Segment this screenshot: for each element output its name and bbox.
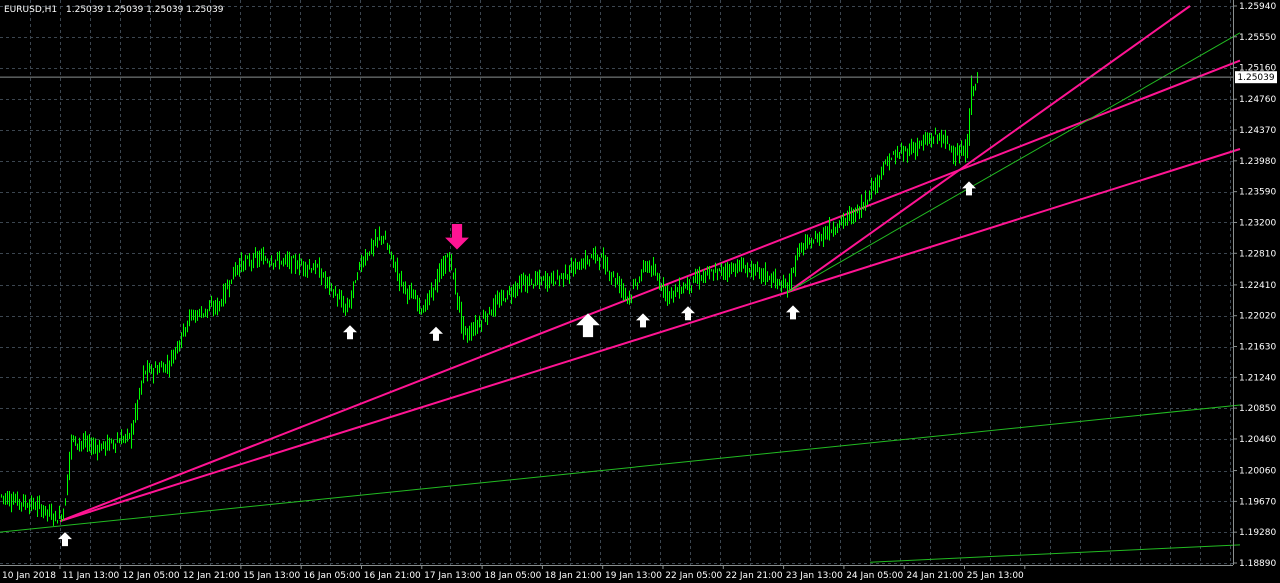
price-tick-label: 1.25940 [1239,2,1276,12]
price-tick-label: 1.21630 [1239,343,1276,353]
price-tick-label: 1.19280 [1239,528,1276,538]
price-tick-label: 1.24370 [1239,126,1276,136]
time-tick-label: 19 Jan 13:00 [605,571,662,581]
price-tag: 1.25039 [1235,71,1277,84]
price-tick-label: 1.20060 [1239,467,1276,477]
price-tick-label: 1.22020 [1239,312,1276,322]
time-tick-label: 17 Jan 13:00 [424,571,481,581]
ohlc-label: 1.25039 1.25039 1.25039 1.25039 [66,5,224,15]
price-tick-label: 1.20460 [1239,435,1276,445]
price-tag-label: 1.25039 [1237,73,1274,83]
time-tick-label: 12 Jan 21:00 [183,571,240,581]
price-tick-label: 1.23200 [1239,218,1276,228]
price-tick-label: 1.24760 [1239,95,1276,105]
time-tick-label: 24 Jan 05:00 [846,571,903,581]
time-tick-label: 22 Jan 21:00 [726,571,783,581]
time-tick-label: 12 Jan 05:00 [123,571,180,581]
price-tick-label: 1.18890 [1239,559,1276,569]
chart-background [0,0,1280,583]
price-tick-label: 1.21240 [1239,373,1276,383]
time-tick-label: 16 Jan 05:00 [304,571,361,581]
price-tick-label: 1.20850 [1239,404,1276,414]
time-tick-label: 18 Jan 21:00 [545,571,602,581]
price-tick-label: 1.23980 [1239,157,1276,167]
price-tick-label: 1.25550 [1239,33,1276,43]
time-tick-label: 16 Jan 21:00 [364,571,421,581]
price-chart[interactable]: 1.259401.255501.251601.247601.243701.239… [0,0,1280,583]
price-tick-label: 1.22810 [1239,249,1276,259]
symbol-label: EURUSD,H1 [4,5,57,15]
price-tick-label: 1.23590 [1239,188,1276,198]
time-tick-label: 22 Jan 05:00 [665,571,722,581]
time-tick-label: 25 Jan 13:00 [967,571,1024,581]
time-tick-label: 11 Jan 13:00 [62,571,119,581]
price-tick-label: 1.22410 [1239,281,1276,291]
chart-header: EURUSD,H1 1.25039 1.25039 1.25039 1.2503… [4,5,224,15]
price-tick-label: 1.19670 [1239,497,1276,507]
time-tick-label: 10 Jan 2018 [2,571,56,581]
time-tick-label: 18 Jan 05:00 [484,571,541,581]
time-tick-label: 23 Jan 13:00 [786,571,843,581]
time-tick-label: 15 Jan 13:00 [243,571,300,581]
time-tick-label: 24 Jan 21:00 [907,571,964,581]
